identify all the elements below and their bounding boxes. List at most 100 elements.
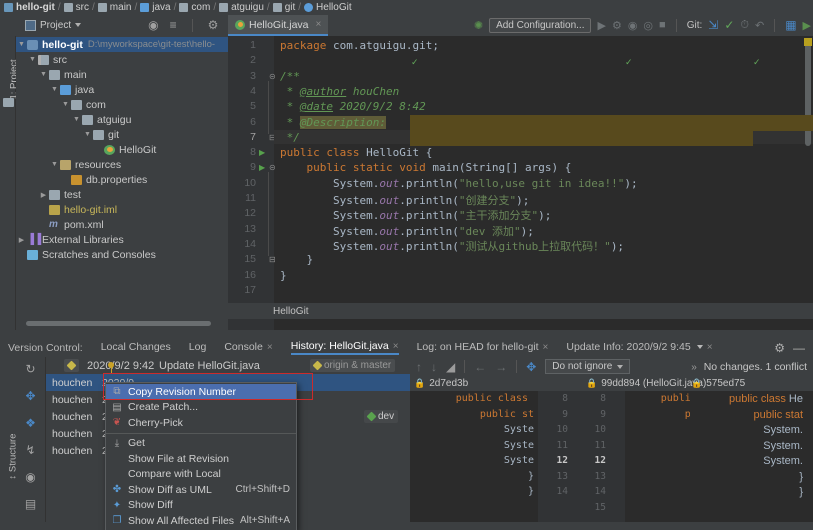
vcs-tab-local-changes[interactable]: Local Changes: [101, 341, 171, 354]
tree-item-hello-git[interactable]: ▼ hello-git D:\myworkspace\git-test\hello-: [16, 37, 228, 52]
menu-item-show-file-at-revision[interactable]: Show File at Revision: [106, 451, 296, 467]
close-icon[interactable]: ×: [316, 19, 322, 30]
menu-item-show-all-affected-files[interactable]: ❐ Show All Affected Files Alt+Shift+A: [106, 513, 296, 529]
warning-marker[interactable]: [804, 38, 812, 46]
tree-item-hello-git-iml[interactable]: hello-git.iml: [16, 202, 228, 217]
eye-icon[interactable]: ◉: [25, 470, 35, 484]
chevron-right-icon[interactable]: ▶: [16, 236, 27, 244]
editor-gutter[interactable]: 1 2 3 ⊝ 4 5 6 7 ⊟ 8 ▶ 9 ▶ ⊝ 10 11 12 13 14 15 ⊟ 16 17: [228, 36, 276, 330]
breadcrumb-item-git[interactable]: git: [272, 2, 295, 13]
vcs-tab-console[interactable]: Console ×: [224, 341, 272, 354]
diff-accept-icon[interactable]: ✓: [625, 57, 633, 68]
project-tree[interactable]: ▼ hello-git D:\myworkspace\git-test\hello-…: [16, 36, 228, 330]
add-configuration-button[interactable]: Add Configuration...: [489, 17, 592, 33]
run-gutter-icon[interactable]: ▶: [259, 148, 265, 157]
debug-icon[interactable]: ⚙: [612, 19, 622, 32]
commit-icon[interactable]: ✓: [724, 18, 734, 32]
vcs-tab-log[interactable]: Log: [189, 341, 207, 354]
chevron-down-icon[interactable]: ▼: [49, 86, 60, 93]
tree-item-git[interactable]: ▼ git: [16, 127, 228, 142]
menu-item-show-diff[interactable]: ✦ Show Diff: [106, 498, 296, 514]
close-icon[interactable]: ×: [393, 341, 399, 352]
show-affected-files-icon[interactable]: ❖: [25, 416, 36, 430]
chevron-down-icon[interactable]: ▼: [38, 71, 49, 78]
profile-icon[interactable]: ◎: [643, 19, 653, 32]
chevron-down-icon[interactable]: ▼: [60, 101, 71, 108]
close-icon[interactable]: ×: [543, 342, 549, 353]
tree-item-db-properties[interactable]: db.properties: [16, 172, 228, 187]
group-icon[interactable]: ▤: [25, 497, 36, 511]
menu-item-compare-with-local[interactable]: Compare with Local: [106, 467, 296, 483]
run-coverage-icon[interactable]: ◉: [628, 19, 638, 32]
vcs-tab-history-hellogit-java[interactable]: History: HelloGit.java ×: [290, 340, 399, 355]
tree-item-hellogit[interactable]: HelloGit: [16, 142, 228, 157]
menu-item-create-patch[interactable]: ▤ Create Patch...: [106, 400, 296, 416]
tree-horizontal-scrollbar[interactable]: [26, 321, 211, 326]
tree-item-atguigu[interactable]: ▼ atguigu: [16, 112, 228, 127]
structure-rail-icon[interactable]: [3, 98, 14, 107]
build-icon[interactable]: ✺: [474, 19, 483, 32]
diff-pane-left[interactable]: public class public st Syste Syste Syste…: [410, 391, 538, 530]
rollback-icon[interactable]: ↶: [755, 19, 764, 32]
menu-item-copy-revision-number[interactable]: ⧉ Copy Revision Number: [106, 384, 296, 400]
menu-item-show-diff-as-uml[interactable]: ✤ Show Diff as UML Ctrl+Shift+D: [106, 482, 296, 498]
tree-item-pom-xml[interactable]: m pom.xml: [16, 217, 228, 232]
breadcrumb-item-java[interactable]: java: [140, 2, 171, 13]
apply-all-icon[interactable]: ✥: [526, 360, 536, 374]
next-difference-icon[interactable]: ↓: [431, 360, 437, 374]
menu-item-cherry-pick[interactable]: ❦ Cherry-Pick: [106, 415, 296, 431]
history-icon[interactable]: ⏱: [740, 19, 749, 32]
breadcrumb-item-com[interactable]: com: [179, 2, 210, 13]
preview-icon[interactable]: ▶: [803, 19, 811, 32]
breadcrumb-item-hellogit[interactable]: HelloGit: [304, 2, 352, 13]
breadcrumb-item-src[interactable]: src: [63, 2, 89, 13]
close-icon[interactable]: ×: [267, 342, 273, 353]
diff-accept-icon[interactable]: ✓: [411, 57, 419, 68]
locate-icon[interactable]: ◉: [148, 18, 158, 32]
gear-icon[interactable]: ⚙: [208, 18, 219, 32]
run-gutter-icon[interactable]: ▶: [259, 163, 265, 172]
vcs-tab-update-info-2020-9-2-9-45[interactable]: Update Info: 2020/9/2 9:45 ×: [566, 341, 712, 354]
tree-item-main[interactable]: ▼ main: [16, 67, 228, 82]
chevron-down-icon[interactable]: ▼: [16, 41, 27, 48]
refresh-icon[interactable]: ↻: [25, 362, 35, 376]
tab-hellogit-java[interactable]: HelloGit.java ×: [228, 15, 329, 36]
chevron-down-icon[interactable]: ▼: [71, 116, 82, 123]
vcs-hide-icon[interactable]: —: [793, 341, 805, 355]
branch-icon[interactable]: ↯: [25, 443, 35, 457]
breadcrumb-item-atguigu[interactable]: atguigu: [219, 2, 264, 13]
search-everywhere-icon[interactable]: ▦: [785, 18, 796, 32]
diff-pane-right-extended[interactable]: public class He public stat System. Syst…: [690, 391, 813, 530]
run-icon[interactable]: ▶: [597, 19, 605, 32]
code-editor[interactable]: 1 2 3 ⊝ 4 5 6 7 ⊟ 8 ▶ 9 ▶ ⊝ 10 11 12 13 14 15 ⊟ 16 17 package …: [228, 36, 813, 330]
tree-item-java[interactable]: ▼ java: [16, 82, 228, 97]
tree-item-resources[interactable]: ▼ resources: [16, 157, 228, 172]
tree-item-src[interactable]: ▼ src: [16, 52, 228, 67]
breadcrumb-item-main[interactable]: main: [97, 2, 131, 13]
breadcrumb-item-hello-git[interactable]: hello-git: [4, 2, 55, 13]
editor-code-area[interactable]: package com.atguigu.git; /** * @author ho…: [274, 36, 813, 330]
stop-icon[interactable]: ■: [659, 19, 666, 31]
vcs-settings-gear-icon[interactable]: ⚙: [774, 341, 785, 355]
diff-accept-icon[interactable]: ✓: [753, 57, 761, 68]
tree-item-com[interactable]: ▼ com: [16, 97, 228, 112]
chevron-down-icon[interactable]: ▼: [27, 56, 38, 63]
chevron-down-icon[interactable]: ▼: [82, 131, 93, 138]
tree-item-test[interactable]: ▶ test: [16, 187, 228, 202]
collapse-all-icon[interactable]: ≡: [170, 18, 177, 32]
project-view-selector[interactable]: Project: [20, 19, 86, 32]
chevron-down-icon[interactable]: [696, 345, 703, 349]
expand-chevron-icon[interactable]: »: [691, 362, 697, 373]
show-diff-icon[interactable]: ✥: [25, 389, 35, 403]
revision-context-menu[interactable]: ⧉ Copy Revision Number ▤ Create Patch... ❦ Ch…: [105, 382, 297, 530]
chevron-down-icon[interactable]: ▼: [49, 161, 60, 168]
menu-item-get[interactable]: ⤓ Get: [106, 436, 296, 452]
ignore-whitespace-select[interactable]: Do not ignore: [545, 359, 631, 374]
annotate-icon[interactable]: ◢: [446, 360, 455, 374]
vcs-tab-log-on-head-for-hello-git[interactable]: Log: on HEAD for hello-git ×: [417, 341, 549, 354]
chevron-right-icon[interactable]: ▶: [38, 191, 49, 199]
close-icon[interactable]: ×: [707, 342, 713, 353]
previous-difference-icon[interactable]: ↑: [416, 360, 422, 374]
tree-item-external-libraries[interactable]: ▶ ▐▐ External Libraries: [16, 232, 228, 247]
update-project-icon[interactable]: ⇲: [708, 18, 718, 32]
